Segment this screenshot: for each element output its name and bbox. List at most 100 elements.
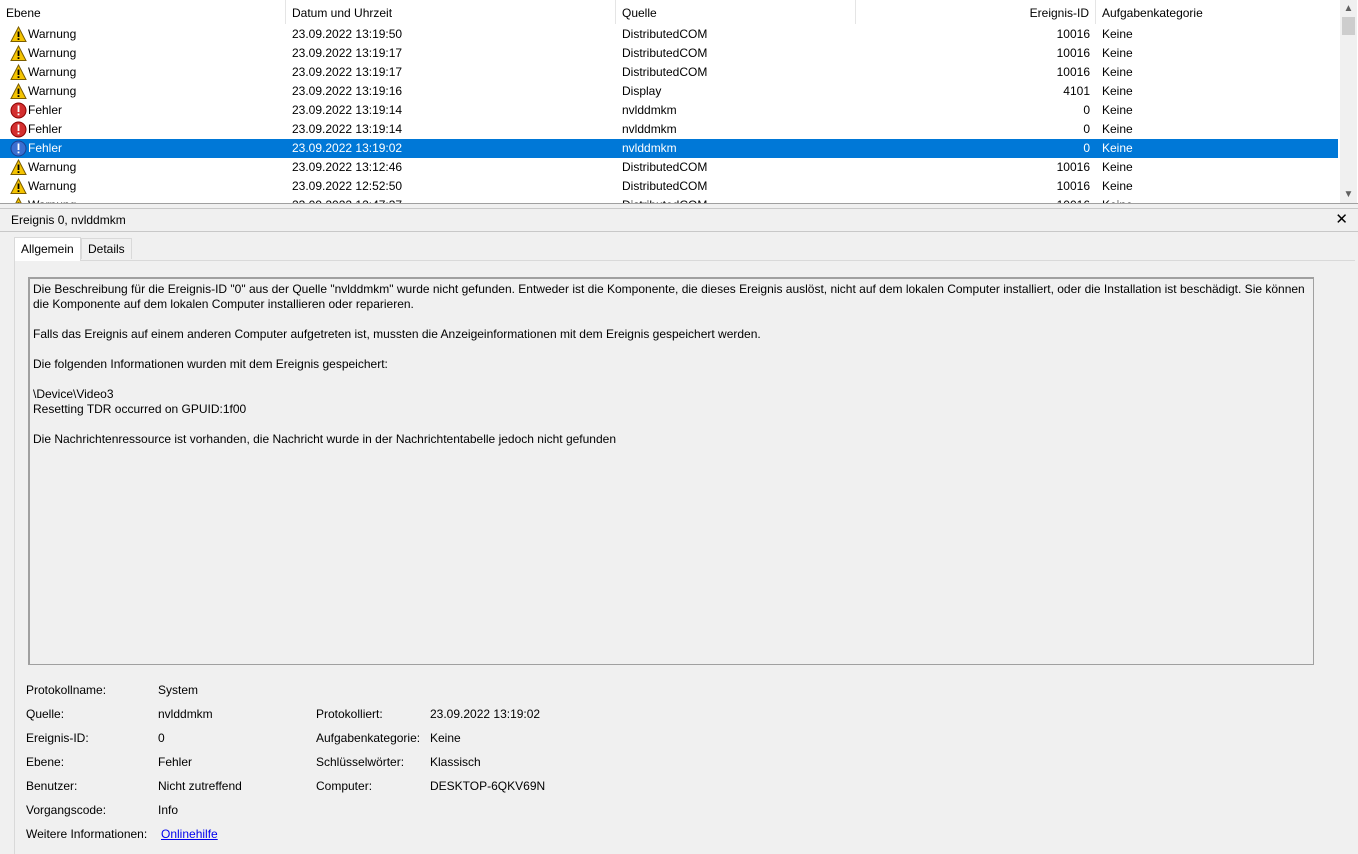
- ebene-value: Fehler: [158, 755, 193, 769]
- quelle-value: nvlddmkm: [158, 707, 213, 721]
- scroll-up-arrow-icon[interactable]: ▲: [1340, 0, 1357, 17]
- warning-icon: [10, 44, 27, 62]
- schluesselwoerter-value: Klassisch: [430, 755, 481, 769]
- event-datetime: 23.09.2022 13:19:14: [292, 103, 403, 117]
- event-source: DistributedCOM: [622, 179, 708, 193]
- event-level: Warnung: [28, 27, 77, 41]
- event-event-id: 10016: [856, 196, 1090, 203]
- column-header-source[interactable]: Quelle: [616, 0, 856, 24]
- scroll-down-arrow-icon[interactable]: ▼: [1340, 186, 1357, 203]
- event-event-id: 10016: [1056, 179, 1090, 193]
- error-icon: [10, 140, 27, 157]
- column-header-event-id[interactable]: Ereignis-ID: [856, 0, 1096, 24]
- event-event-id: 10016: [1056, 27, 1090, 41]
- event-list-header: Ebene Datum und Uhrzeit Quelle Ereignis-…: [0, 0, 1338, 24]
- event-event-id: 10016: [1056, 65, 1090, 79]
- event-datetime: 23.09.2022 13:19:16: [292, 84, 403, 98]
- event-row[interactable]: Warnung 23.09.2022 12:52:50 DistributedCOM…: [0, 177, 1338, 196]
- column-header-task-category[interactable]: Aufgabenkategorie: [1096, 0, 1338, 24]
- onlinehilfe-link[interactable]: Onlinehilfe: [161, 827, 218, 841]
- event-task-category: Keine: [1102, 160, 1133, 174]
- event-source: DistributedCOM: [622, 46, 708, 60]
- event-datetime: 23.09.2022 13:19:02: [292, 141, 403, 155]
- scrollbar-thumb[interactable]: [1342, 17, 1355, 35]
- event-datetime: 23.09.2022 13:19:50: [292, 27, 403, 41]
- event-event-id: 0: [1083, 122, 1090, 136]
- event-row[interactable]: Warnung 23.09.2022 13:19:16 Display 4101 Kei…: [0, 82, 1338, 101]
- description-paragraph: Die Nachrichtenressource ist vorhanden, …: [33, 432, 616, 446]
- quelle-label: Quelle:: [26, 707, 65, 721]
- event-level: Fehler: [28, 122, 63, 136]
- event-source: nvlddmkm: [622, 103, 677, 117]
- event-row[interactable]: Warnung 23.09.2022 13:19:50 DistributedCOM…: [0, 25, 1338, 44]
- error-icon: [10, 121, 27, 138]
- detail-title: Ereignis 0, nvlddmkm: [11, 213, 126, 227]
- tab-allgemein[interactable]: Allgemein: [14, 237, 81, 261]
- description-paragraph: \Device\Video3 Resetting TDR occurred on…: [33, 387, 247, 416]
- event-task-category: Keine: [1102, 103, 1133, 117]
- event-row[interactable]: Fehler 23.09.2022 13:19:14 nvlddmkm 0 Keine: [0, 101, 1338, 120]
- event-task-category: Keine: [1102, 46, 1133, 60]
- description-paragraph: Die Beschreibung für die Ereignis-ID "0"…: [33, 282, 1309, 311]
- event-datetime: 23.09.2022 13:19:14: [292, 122, 403, 136]
- event-source: nvlddmkm: [622, 141, 677, 155]
- event-row[interactable]: Warnung 23.09.2022 13:12:46 DistributedCOM…: [0, 158, 1338, 177]
- warning-icon: [10, 158, 27, 176]
- event-datetime: 23.09.2022 13:12:46: [292, 160, 403, 174]
- event-source: DistributedCOM: [622, 27, 708, 41]
- description-paragraph: Die folgenden Informationen wurden mit d…: [33, 357, 388, 371]
- event-task-category: Keine: [1102, 196, 1332, 203]
- event-row[interactable]: Fehler 23.09.2022 13:19:14 nvlddmkm 0 Keine: [0, 120, 1338, 139]
- event-source: nvlddmkm: [622, 122, 677, 136]
- event-level: Warnung: [28, 179, 77, 193]
- event-datetime: 23.09.2022 13:19:17: [292, 65, 403, 79]
- event-level: Fehler: [28, 141, 63, 155]
- aufgabenkategorie-label: Aufgabenkategorie:: [316, 731, 421, 745]
- event-row[interactable]: Warnung 23.09.2022 13:19:17 DistributedCOM…: [0, 44, 1338, 63]
- computer-label: Computer:: [316, 779, 373, 793]
- event-level: Warnung: [28, 160, 77, 174]
- event-row[interactable]: Warnung 23.09.2022 13:19:17 DistributedCOM…: [0, 63, 1338, 82]
- schluesselwoerter-label: Schlüsselwörter:: [316, 755, 405, 769]
- warning-icon: [10, 25, 27, 43]
- column-header-level[interactable]: Ebene: [0, 0, 286, 24]
- aufgabenkategorie-value: Keine: [430, 731, 461, 745]
- event-source: DistributedCOM: [622, 160, 708, 174]
- event-level: Warnung: [28, 196, 76, 203]
- warning-icon: [10, 63, 27, 81]
- benutzer-value: Nicht zutreffend: [158, 779, 242, 793]
- event-task-category: Keine: [1102, 179, 1133, 193]
- column-header-datetime[interactable]: Datum und Uhrzeit: [286, 0, 616, 24]
- event-level: Warnung: [28, 84, 77, 98]
- ereignis-id-label: Ereignis-ID:: [26, 731, 89, 745]
- protokollname-label: Protokollname:: [26, 683, 107, 697]
- event-description[interactable]: Die Beschreibung für die Ereignis-ID "0"…: [28, 277, 1314, 665]
- event-event-id: 0: [1083, 141, 1090, 155]
- event-event-id: 4101: [1063, 84, 1090, 98]
- event-datetime: 23.09.2022 13:19:17: [292, 46, 403, 60]
- close-icon[interactable]: ✕: [1335, 210, 1348, 228]
- event-task-category: Keine: [1102, 65, 1133, 79]
- warning-icon: [10, 196, 27, 203]
- event-list[interactable]: Ebene Datum und Uhrzeit Quelle Ereignis-…: [0, 0, 1358, 204]
- benutzer-label: Benutzer:: [26, 779, 78, 793]
- protokollname-value: System: [158, 683, 199, 697]
- event-source: DistributedCOM: [622, 65, 708, 79]
- event-row[interactable]: Warnung 23.09.2022 12:47:37 DistributedCOM…: [0, 196, 1338, 203]
- event-event-id: 10016: [1056, 160, 1090, 174]
- tab-details[interactable]: Details: [81, 238, 132, 259]
- computer-value: DESKTOP-6QKV69N: [430, 779, 546, 793]
- event-level: Warnung: [28, 65, 77, 79]
- event-row[interactable]: Fehler 23.09.2022 13:19:02 nvlddmkm 0 Keine: [0, 139, 1338, 158]
- event-level: Warnung: [28, 46, 77, 60]
- detail-title-bar: Ereignis 0, nvlddmkm ✕: [0, 208, 1358, 232]
- event-event-id: 0: [1083, 103, 1090, 117]
- description-paragraph: Falls das Ereignis auf einem anderen Com…: [33, 327, 761, 341]
- event-task-category: Keine: [1102, 27, 1133, 41]
- event-task-category: Keine: [1102, 141, 1133, 155]
- warning-icon: [10, 177, 27, 195]
- vertical-scrollbar[interactable]: ▲ ▼: [1340, 0, 1357, 203]
- warning-icon: [10, 82, 27, 100]
- protokolliert-label: Protokolliert:: [316, 707, 383, 721]
- vorgangscode-label: Vorgangscode:: [26, 803, 107, 817]
